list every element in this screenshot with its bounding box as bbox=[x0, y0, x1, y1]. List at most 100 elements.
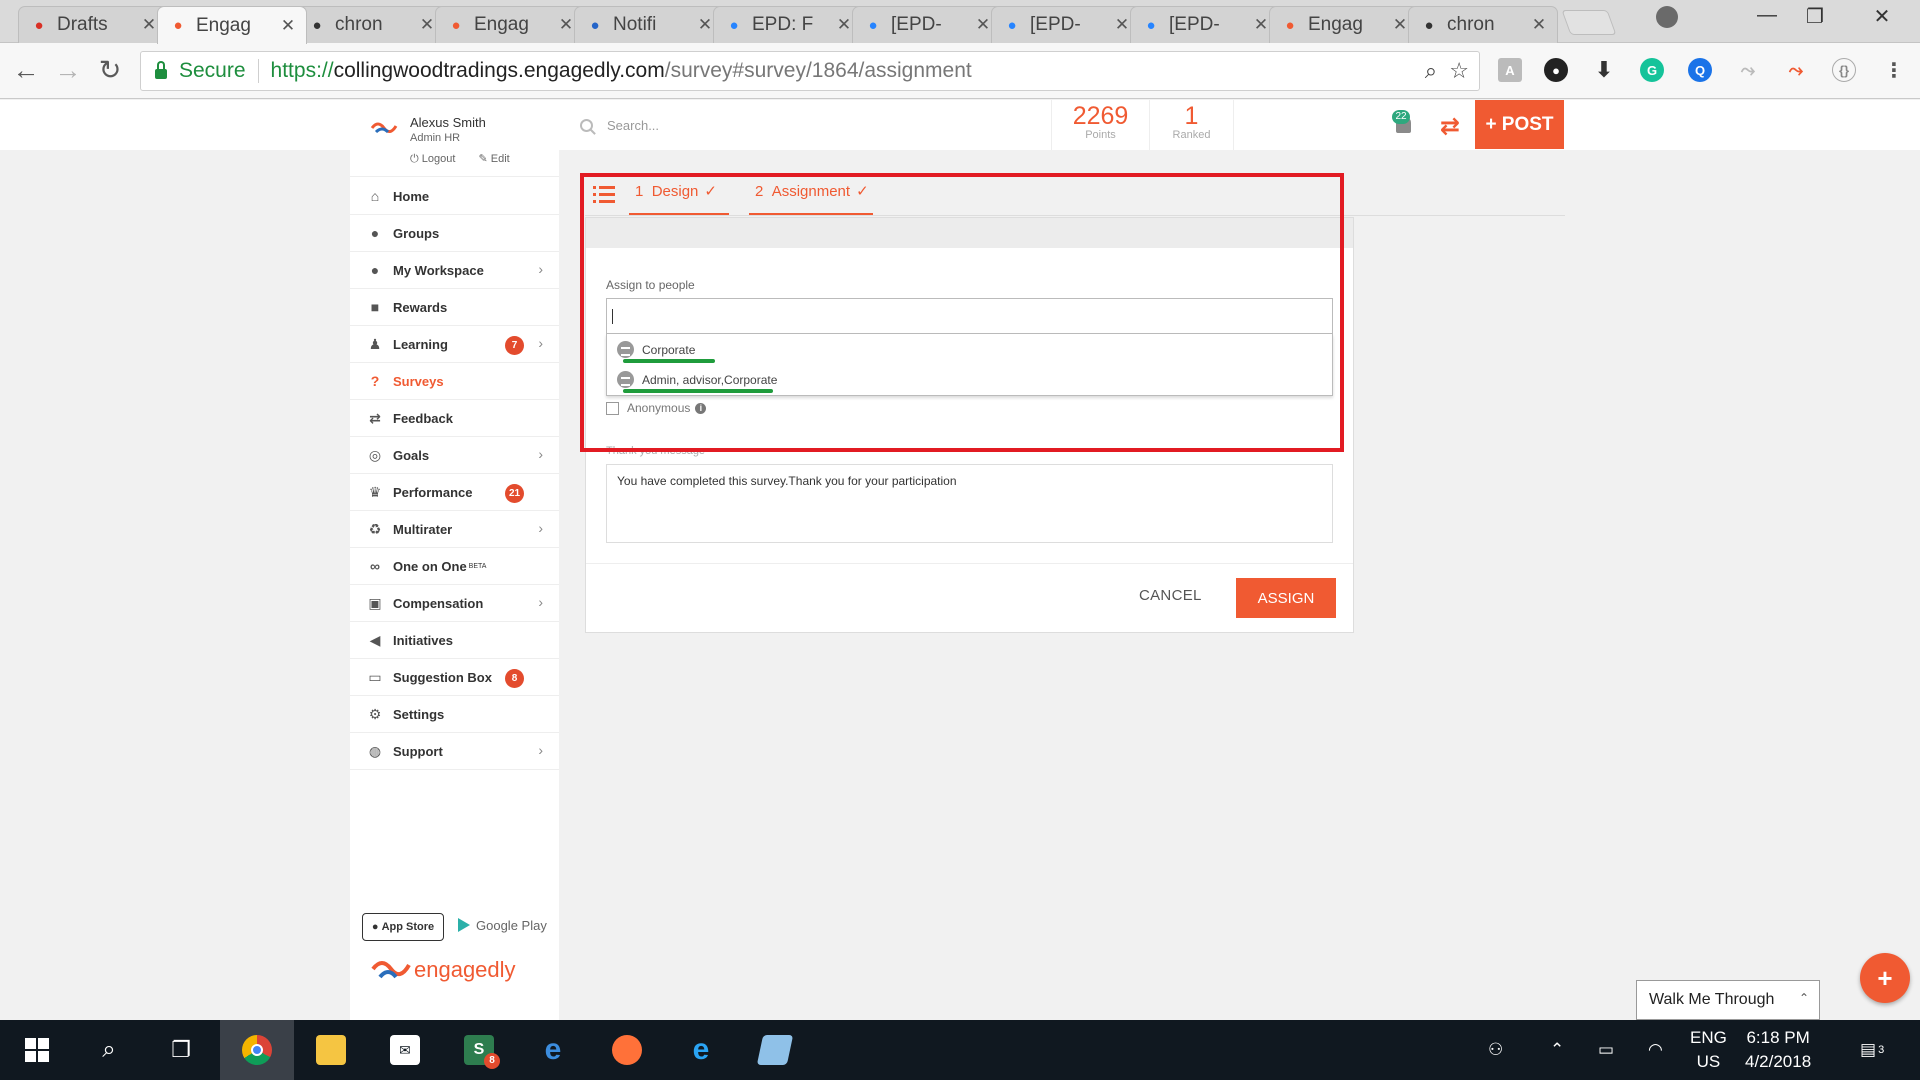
download-icon[interactable]: ⬇ bbox=[1592, 57, 1616, 82]
engagedly-grey-icon[interactable]: ⤳ bbox=[1736, 58, 1760, 82]
browser-tab[interactable]: ● Drafts ✕ bbox=[18, 6, 168, 43]
dropdown-option[interactable]: Corporate bbox=[617, 341, 695, 358]
sidebar-item-compensation[interactable]: ▣ Compensation › bbox=[350, 585, 559, 622]
close-tab-icon[interactable]: ✕ bbox=[419, 15, 435, 35]
clock[interactable]: 6:18 PM 4/2/2018 bbox=[1745, 1026, 1811, 1074]
browser-tab[interactable]: ● Notifi ✕ bbox=[574, 6, 724, 43]
logout-link[interactable]: ⏻ Logout bbox=[410, 153, 465, 165]
language-indicator[interactable]: ENG US bbox=[1690, 1026, 1727, 1074]
address-bar[interactable]: Secure https://collingwoodtradings.engag… bbox=[140, 51, 1480, 91]
close-tab-icon[interactable]: ✕ bbox=[1114, 15, 1130, 35]
browser-tab[interactable]: ● [EPD- ✕ bbox=[991, 6, 1141, 43]
rank-stat[interactable]: 1 Ranked bbox=[1149, 100, 1234, 150]
close-tab-icon[interactable]: ✕ bbox=[141, 15, 157, 35]
taskbar-mail[interactable]: ✉ bbox=[368, 1020, 442, 1080]
taskbar-ie[interactable]: e bbox=[664, 1020, 738, 1080]
app-store-badge[interactable]: ● App Store bbox=[362, 913, 444, 941]
thankyou-message-textarea[interactable]: You have completed this survey.Thank you… bbox=[606, 464, 1333, 543]
taskbar-search-button[interactable]: ⌕ bbox=[72, 1020, 146, 1080]
taskbar-edge[interactable]: e bbox=[516, 1020, 590, 1080]
sidebar-item-home[interactable]: ⌂ Home bbox=[350, 178, 559, 215]
people-icon[interactable]: ⚇ bbox=[1488, 1020, 1503, 1080]
close-tab-icon[interactable]: ✕ bbox=[975, 15, 991, 35]
sidebar-item-learning[interactable]: ♟ Learning 7 › bbox=[350, 326, 559, 363]
post-button[interactable]: + POST bbox=[1475, 100, 1564, 149]
taskbar-app[interactable] bbox=[738, 1020, 812, 1080]
grammarly-icon[interactable]: G bbox=[1640, 58, 1664, 82]
close-tab-icon[interactable]: ✕ bbox=[836, 15, 852, 35]
sidebar-item-suggestion-box[interactable]: ▭ Suggestion Box 8 bbox=[350, 659, 559, 696]
anonymous-checkbox[interactable] bbox=[606, 401, 619, 415]
zoom-icon[interactable]: ⌕ bbox=[1425, 58, 1437, 83]
list-icon[interactable] bbox=[593, 186, 615, 204]
sidebar-item-groups[interactable]: ● Groups bbox=[350, 215, 559, 252]
sidebar-item-rewards[interactable]: ■ Rewards bbox=[350, 289, 559, 326]
minimize-icon[interactable]: — bbox=[1747, 4, 1787, 27]
browser-tab[interactable]: ● chron ✕ bbox=[1408, 6, 1558, 43]
info-icon[interactable]: i bbox=[695, 402, 707, 414]
reload-icon[interactable]: ↻ bbox=[94, 55, 126, 86]
browser-tab[interactable]: ● [EPD- ✕ bbox=[852, 6, 1002, 43]
tray-chevron-icon[interactable]: ⌃ bbox=[1550, 1020, 1564, 1080]
action-center-icon[interactable]: ▤ 3 bbox=[1860, 1020, 1884, 1080]
extension-dark-icon[interactable]: ● bbox=[1544, 58, 1568, 82]
edit-link[interactable]: ✎ Edit bbox=[478, 153, 519, 165]
battery-icon[interactable]: ▭ bbox=[1598, 1020, 1614, 1080]
close-tab-icon[interactable]: ✕ bbox=[1531, 15, 1547, 35]
google-play-badge[interactable]: Google Play bbox=[458, 918, 547, 933]
points-stat[interactable]: 2269 Points bbox=[1051, 100, 1149, 150]
start-button[interactable] bbox=[0, 1020, 74, 1080]
sidebar-item-goals[interactable]: ◎ Goals › bbox=[350, 437, 559, 474]
assign-button[interactable]: ASSIGN bbox=[1236, 578, 1336, 618]
search-bar[interactable]: Search... bbox=[580, 100, 659, 150]
back-icon[interactable]: ← bbox=[10, 55, 42, 86]
browser-tab[interactable]: ● [EPD- ✕ bbox=[1130, 6, 1280, 43]
pdf-extension-icon[interactable]: A bbox=[1498, 58, 1522, 82]
sidebar-item-feedback[interactable]: ⇄ Feedback bbox=[350, 400, 559, 437]
browser-tab[interactable]: ● Engag ✕ bbox=[435, 6, 585, 43]
browser-tab[interactable]: ● chron ✕ bbox=[296, 6, 446, 43]
browser-tab[interactable]: ● EPD: F ✕ bbox=[713, 6, 863, 43]
taskbar-firefox[interactable] bbox=[590, 1020, 664, 1080]
sidebar-item-performance[interactable]: ♛ Performance 21 bbox=[350, 474, 559, 511]
chrome-menu-icon[interactable]: ⋮ bbox=[1882, 58, 1906, 82]
bookmark-star-icon[interactable]: ☆ bbox=[1449, 58, 1469, 83]
wifi-icon[interactable]: ◠ bbox=[1648, 1020, 1663, 1080]
floating-add-button[interactable]: + bbox=[1860, 953, 1910, 1003]
cancel-button[interactable]: CANCEL bbox=[1139, 587, 1202, 604]
profile-icon[interactable] bbox=[1656, 6, 1678, 28]
close-tab-icon[interactable]: ✕ bbox=[1253, 15, 1269, 35]
close-tab-icon[interactable]: ✕ bbox=[697, 15, 713, 35]
notifications-bell[interactable]: 22 bbox=[1392, 110, 1414, 140]
close-tab-icon[interactable]: ✕ bbox=[280, 16, 296, 36]
switch-icon[interactable]: ⇄ bbox=[1440, 112, 1460, 141]
sidebar-item-surveys[interactable]: ? Surveys bbox=[350, 363, 559, 400]
close-tab-icon[interactable]: ✕ bbox=[558, 15, 574, 35]
sidebar-item-settings[interactable]: ⚙ Settings bbox=[350, 696, 559, 733]
taskbar-chrome[interactable] bbox=[220, 1020, 294, 1080]
close-window-icon[interactable]: ✕ bbox=[1862, 4, 1902, 29]
sidebar-item-initiatives[interactable]: ◀ Initiatives bbox=[350, 622, 559, 659]
task-view-button[interactable]: ❐ bbox=[144, 1020, 218, 1080]
sidebar-item-support[interactable]: ◍ Support › bbox=[350, 733, 559, 770]
forward-icon[interactable]: → bbox=[52, 55, 84, 86]
step-assignment[interactable]: 2 Assignment ✓ bbox=[749, 182, 873, 215]
engagedly-extension-icon[interactable]: ⤳ bbox=[1784, 58, 1808, 82]
taskbar-explorer[interactable] bbox=[294, 1020, 368, 1080]
sidebar-item-one-on-one[interactable]: ∞ One on One BETA bbox=[350, 548, 559, 585]
close-tab-icon[interactable]: ✕ bbox=[1392, 15, 1408, 35]
restore-icon[interactable]: ❐ bbox=[1795, 4, 1835, 29]
taskbar-skype[interactable]: S8 bbox=[442, 1020, 516, 1080]
step-design[interactable]: 1 Design ✓ bbox=[629, 182, 729, 215]
sidebar-item-multirater[interactable]: ♻ Multirater › bbox=[350, 511, 559, 548]
sidebar-item-my-workspace[interactable]: ● My Workspace › bbox=[350, 252, 559, 289]
dropdown-option[interactable]: Admin, advisor,Corporate bbox=[617, 371, 777, 388]
browser-tab[interactable]: ● Engag ✕ bbox=[1269, 6, 1419, 43]
assign-people-input[interactable] bbox=[606, 298, 1333, 334]
anonymous-option[interactable]: Anonymous i bbox=[606, 401, 707, 415]
browser-tab[interactable]: ● Engag ✕ bbox=[157, 6, 307, 44]
search-extension-icon[interactable]: Q bbox=[1688, 58, 1712, 82]
new-tab-button[interactable] bbox=[1561, 10, 1617, 35]
walk-me-through-widget[interactable]: Walk Me Through ⌃ bbox=[1636, 980, 1820, 1020]
json-extension-icon[interactable]: {} bbox=[1832, 58, 1856, 82]
